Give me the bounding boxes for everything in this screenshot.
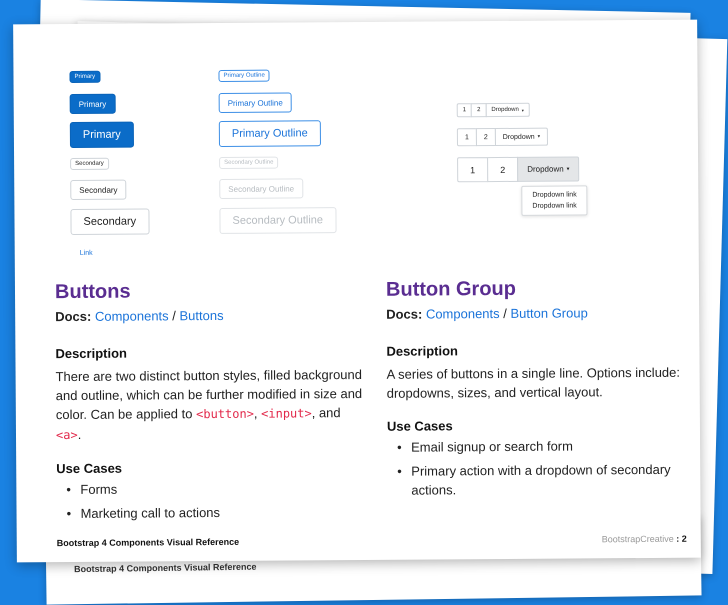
use-cases-heading: Use Cases [386, 418, 453, 434]
section-title: Buttons [54, 280, 131, 304]
description-heading: Description [55, 345, 127, 362]
button-group-large: 1 2 Dropdown ▾ [457, 156, 580, 183]
button-group-small: 1 2 Dropdown ▾ [456, 102, 530, 118]
button-group-medium: 1 2 Dropdown ▾ [456, 127, 549, 147]
dropdown-menu: Dropdown link Dropdown link [521, 185, 588, 216]
link-button[interactable]: Link [80, 250, 93, 257]
secondary-outline-button-small[interactable]: Secondary Outline [219, 156, 279, 169]
list-item: • Primary action with a dropdown of secon… [397, 461, 671, 498]
caret-down-icon: ▾ [521, 107, 524, 113]
primary-outline-button-medium[interactable]: Primary Outline [218, 92, 292, 113]
primary-button-medium[interactable]: Primary [69, 93, 116, 115]
button-group-section: Button Group Docs: Components / Button G… [386, 276, 688, 505]
docs-line: Docs: Components / Buttons [55, 307, 224, 325]
list-item: • Email signup or search form [397, 438, 573, 455]
group-button-1[interactable]: 1 [456, 103, 473, 118]
caret-down-icon: ▾ [537, 134, 541, 140]
bullet-icon: • [397, 439, 402, 455]
secondary-outline-button-large[interactable]: Secondary Outline [219, 207, 337, 234]
description-heading: Description [386, 343, 458, 359]
description-text: A series of buttons in a single line. Op… [386, 364, 681, 401]
group-button-2[interactable]: 2 [475, 128, 496, 147]
footer-page-info: BootstrapCreative : 2 [601, 533, 687, 545]
primary-button-large[interactable]: Primary [69, 121, 134, 149]
secondary-button-medium[interactable]: Secondary [70, 179, 127, 200]
bullet-icon: • [397, 463, 402, 479]
docs-line: Docs: Components / Button Group [386, 305, 588, 322]
use-cases-list: • Forms • Marketing call to actions [56, 478, 366, 523]
section-title: Button Group [385, 277, 517, 301]
group-button-2[interactable]: 2 [487, 156, 519, 183]
footer-title: Bootstrap 4 Components Visual Reference [56, 536, 240, 549]
reference-page: Primary Primary Primary Secondary Second… [13, 19, 701, 563]
secondary-outline-button-medium[interactable]: Secondary Outline [219, 178, 304, 199]
group-button-1[interactable]: 1 [456, 128, 477, 147]
use-cases-heading: Use Cases [56, 460, 123, 477]
description-text: There are two distinct button styles, fi… [55, 366, 363, 443]
group-dropdown-button-open[interactable]: Dropdown ▾ [517, 156, 580, 182]
list-item: • Marketing call to actions [66, 504, 221, 522]
primary-outline-button-large[interactable]: Primary Outline [218, 120, 321, 147]
docs-link-buttons[interactable]: Buttons [179, 308, 223, 323]
back-sheet-footer: Bootstrap 4 Components Visual Reference [74, 561, 257, 575]
bullet-icon: • [66, 506, 72, 522]
docs-link-button-group[interactable]: Button Group [510, 305, 587, 321]
group-button-1[interactable]: 1 [457, 157, 489, 183]
bullet-icon: • [66, 482, 71, 498]
dropdown-link[interactable]: Dropdown link [522, 189, 586, 200]
group-dropdown-button[interactable]: Dropdown ▾ [485, 102, 530, 118]
code-button: <button> [196, 406, 254, 422]
caret-down-icon: ▾ [566, 166, 570, 173]
code-input: <input> [261, 406, 312, 421]
docs-link-components[interactable]: Components [95, 308, 169, 324]
dropdown-link[interactable]: Dropdown link [522, 200, 586, 211]
secondary-button-small[interactable]: Secondary [70, 157, 109, 170]
code-a: <a> [55, 427, 78, 443]
secondary-button-large[interactable]: Secondary [70, 208, 150, 235]
docs-link-components[interactable]: Components [426, 306, 500, 322]
primary-button-small[interactable]: Primary [69, 70, 101, 84]
group-dropdown-button[interactable]: Dropdown ▾ [494, 127, 549, 147]
list-item: • Forms [66, 481, 118, 498]
buttons-section: Buttons Docs: Components / Buttons Descr… [55, 278, 367, 528]
group-button-2[interactable]: 2 [471, 103, 487, 118]
use-cases-list: • Email signup or search form • Primary ac… [387, 436, 687, 500]
primary-outline-button-small[interactable]: Primary Outline [218, 69, 270, 82]
